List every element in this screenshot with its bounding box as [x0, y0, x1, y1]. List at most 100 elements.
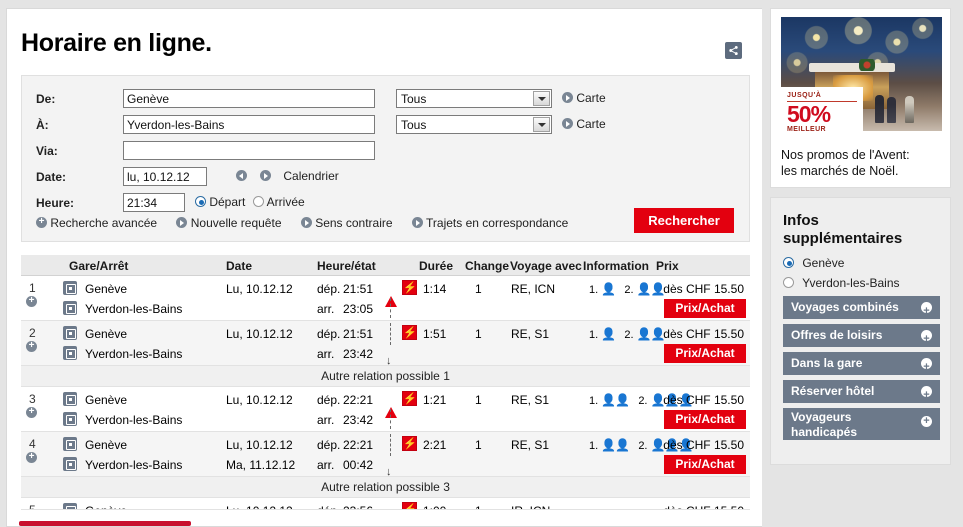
- accordion-label: Réserver hôtel: [791, 384, 875, 398]
- vehicle-types: RE, S1: [511, 438, 550, 452]
- link-nouvelle-requete[interactable]: Nouvelle requête: [176, 216, 284, 230]
- promo-card[interactable]: JUSQU'À 50% MEILLEUR MARCHÉ Nos promos d…: [770, 8, 951, 188]
- radio-on-icon[interactable]: [783, 257, 794, 268]
- expand-row-icon[interactable]: [26, 340, 37, 352]
- via-input[interactable]: [123, 141, 375, 160]
- arrow-right-icon: [176, 217, 188, 228]
- station-map-icon[interactable]: [63, 437, 77, 451]
- destination-station: Yverdon-les-Bains: [85, 458, 183, 472]
- annotation-underline: [19, 521, 191, 526]
- additional-info-title: Infos supplémentaires: [783, 212, 938, 248]
- date-nav[interactable]: Calendrier: [236, 169, 339, 183]
- station-map-icon[interactable]: [63, 457, 77, 471]
- link-trajets-correspondance[interactable]: Trajets en correspondance: [411, 216, 568, 230]
- accordion-voyages-combines[interactable]: Voyages combinés: [783, 296, 940, 323]
- trip-duration: 1:21: [423, 393, 447, 407]
- station-map-icon[interactable]: [63, 412, 77, 426]
- date-input[interactable]: [123, 167, 207, 186]
- table-row[interactable]: 5 Genève Lu, 10.12.12 dép. 23:56 ⚡ 1:00 …: [21, 498, 750, 510]
- promo-text: Nos promos de l'Avent: les marchés de No…: [781, 147, 910, 179]
- price-purchase-button[interactable]: Prix/Achat: [664, 299, 746, 318]
- to-input[interactable]: [123, 115, 375, 134]
- from-map-link[interactable]: Carte: [562, 91, 606, 105]
- time-input[interactable]: [123, 193, 185, 212]
- connection-line: [390, 409, 391, 429]
- info-radio-geneve[interactable]: Genève: [783, 256, 938, 270]
- search-button[interactable]: Rechercher: [634, 208, 734, 233]
- arrival-date: Ma, 11.12.12: [226, 458, 296, 472]
- expand-row-icon[interactable]: [26, 406, 37, 418]
- destination-station: Yverdon-les-Bains: [85, 413, 183, 427]
- arrow-left-icon[interactable]: [236, 170, 247, 181]
- radio-on-icon[interactable]: [195, 196, 206, 207]
- departure-date: Lu, 10.12.12: [226, 282, 293, 296]
- arrival-time: 23:42: [343, 347, 374, 361]
- station-map-icon[interactable]: [63, 503, 77, 509]
- station-map-icon[interactable]: [63, 392, 77, 406]
- share-icon[interactable]: [725, 42, 742, 59]
- table-row[interactable]: 4 Genève Yverdon-les-Bains Lu, 10.12.12 …: [21, 432, 750, 478]
- class1-label: 1.: [589, 329, 599, 341]
- info-radio-yverdon[interactable]: Yverdon-les-Bains: [783, 276, 938, 290]
- form-links-row: Recherche avancée Nouvelle requête Sens …: [36, 216, 584, 230]
- accordion-dans-la-gare[interactable]: Dans la gare: [783, 352, 940, 379]
- price-purchase-button[interactable]: Prix/Achat: [664, 455, 746, 474]
- table-row[interactable]: 1 Genève Yverdon-les-Bains Lu, 10.12.12 …: [21, 276, 750, 321]
- trip-duration: 1:51: [423, 327, 447, 341]
- to-label: À:: [36, 118, 49, 132]
- radio-off-icon[interactable]: [783, 277, 794, 288]
- alternative-relation-note: Autre relation possible 3: [21, 477, 750, 498]
- trip-duration: 2:21: [423, 438, 447, 452]
- table-row[interactable]: 2 Genève Yverdon-les-Bains Lu, 10.12.12 …: [21, 321, 750, 367]
- chevron-down-icon[interactable]: [533, 117, 550, 132]
- price-purchase-button[interactable]: Prix/Achat: [664, 344, 746, 363]
- arrow-right-icon[interactable]: [259, 170, 271, 181]
- class1-label: 1.: [589, 440, 599, 452]
- station-map-icon[interactable]: [63, 346, 77, 360]
- station-map-icon[interactable]: [63, 281, 77, 295]
- dep-label: dép.: [317, 282, 341, 296]
- column-header-time: Heure/état: [317, 259, 376, 273]
- right-sidebar: JUSQU'À 50% MEILLEUR MARCHÉ Nos promos d…: [770, 8, 956, 465]
- plus-circle-icon[interactable]: [921, 328, 932, 351]
- vehicle-types: IR, ICN: [511, 504, 550, 509]
- accordion-label: Offres de loisirs: [791, 328, 883, 342]
- link-recherche-avancee[interactable]: Recherche avancée: [36, 216, 160, 230]
- occupancy-figure-icon: 👤👤: [601, 393, 630, 407]
- accordion-reserver-hotel[interactable]: Réserver hôtel: [783, 380, 940, 407]
- arr-label: arr.: [317, 347, 335, 361]
- chevron-down-icon[interactable]: [533, 91, 550, 106]
- plus-circle-icon[interactable]: [921, 300, 932, 323]
- plus-circle-icon[interactable]: [921, 384, 932, 407]
- arrival-radio[interactable]: Arrivée: [253, 195, 305, 209]
- expand-row-icon[interactable]: [26, 295, 37, 307]
- form-row-date: Date: Calendrier: [22, 166, 749, 191]
- dep-label: dép.: [317, 393, 341, 407]
- station-map-icon[interactable]: [63, 301, 77, 315]
- electric-bolt-icon: ⚡: [402, 280, 417, 295]
- price-purchase-button[interactable]: Prix/Achat: [664, 410, 746, 429]
- search-form-panel: De: Tous Carte À: Tous: [21, 75, 750, 242]
- accordion-offres-de-loisirs[interactable]: Offres de loisirs: [783, 324, 940, 351]
- station-map-icon[interactable]: [63, 326, 77, 340]
- promo-badge-percent: 50%: [787, 101, 831, 127]
- departure-radio[interactable]: Départ: [195, 195, 245, 209]
- from-input[interactable]: [123, 89, 375, 108]
- table-row[interactable]: 3 Genève Yverdon-les-Bains Lu, 10.12.12 …: [21, 387, 750, 432]
- row-index: 2: [29, 326, 36, 340]
- accordion-label: Voyages combinés: [791, 300, 899, 314]
- calendar-link-label[interactable]: Calendrier: [283, 169, 338, 183]
- to-map-label: Carte: [576, 117, 606, 131]
- link-sens-contraire[interactable]: Sens contraire: [300, 216, 396, 230]
- plus-circle-icon[interactable]: [921, 414, 932, 429]
- to-category-select[interactable]: Tous: [396, 115, 552, 134]
- electric-bolt-icon: ⚡: [402, 436, 417, 451]
- radio-off-icon[interactable]: [253, 196, 264, 207]
- plus-circle-icon[interactable]: [921, 356, 932, 379]
- alternative-relation-note: Autre relation possible 1: [21, 366, 750, 387]
- expand-row-icon[interactable]: [26, 451, 37, 463]
- class2-label: 2.: [638, 440, 648, 452]
- from-category-select[interactable]: Tous: [396, 89, 552, 108]
- to-map-link[interactable]: Carte: [562, 117, 606, 131]
- accordion-voyageurs-handicapes[interactable]: Voyageurs handicapés: [783, 408, 940, 440]
